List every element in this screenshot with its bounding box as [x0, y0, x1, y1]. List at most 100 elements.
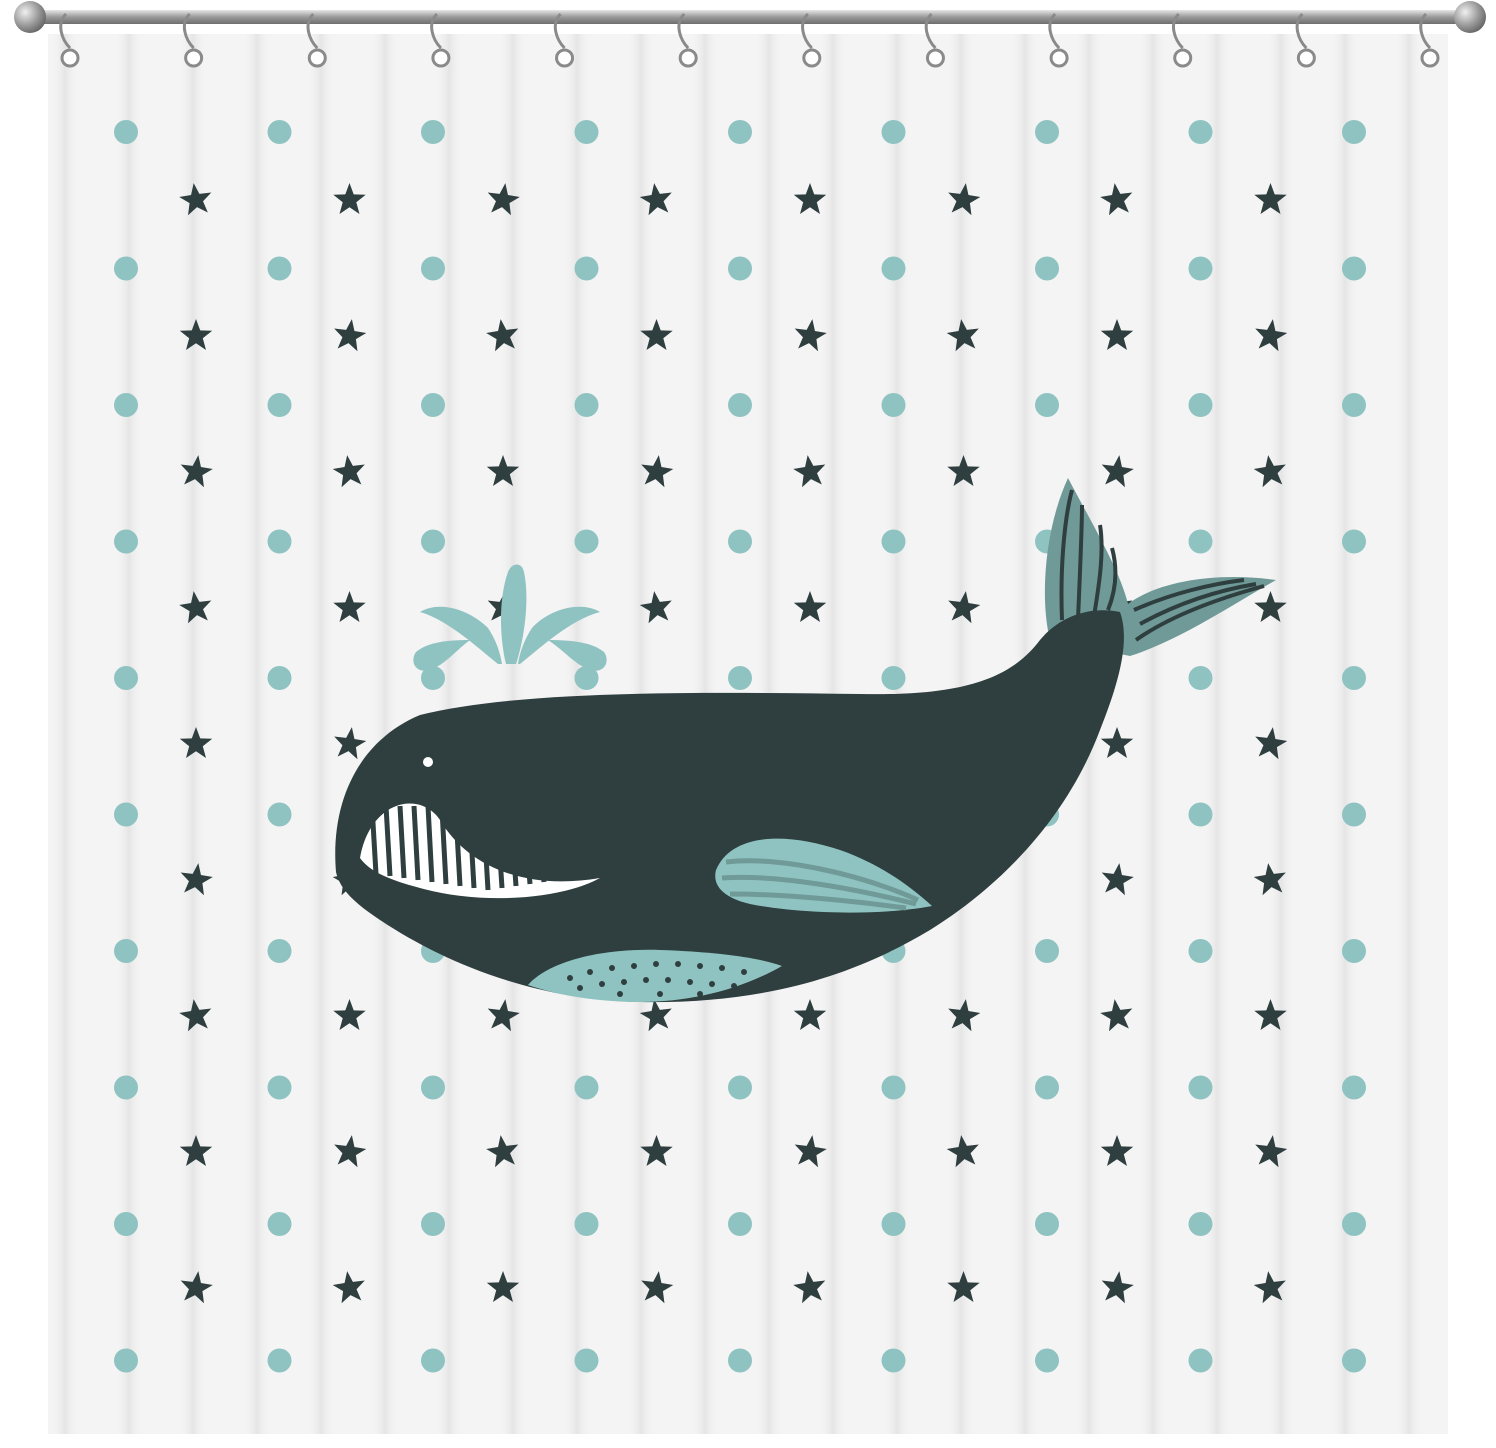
belly-speckle — [643, 977, 649, 983]
belly-speckle — [657, 991, 663, 997]
belly-speckle — [587, 969, 593, 975]
pattern-dot — [1188, 393, 1213, 417]
pattern-dot — [881, 393, 906, 417]
pattern-dot — [881, 666, 906, 690]
pattern-dot — [574, 1075, 599, 1100]
pattern-dot — [574, 529, 599, 554]
pattern-dot — [421, 1212, 445, 1236]
belly-speckle — [731, 983, 737, 989]
belly-speckle — [621, 979, 627, 985]
curtain-fold — [304, 34, 338, 1434]
pattern-dot — [728, 1212, 752, 1236]
pattern-dot — [574, 256, 599, 281]
pattern-dot — [1188, 939, 1213, 963]
pattern-dot — [1035, 1075, 1059, 1100]
pattern-dot — [1342, 1212, 1366, 1236]
pattern-dot — [728, 256, 752, 281]
pattern-dot — [267, 802, 292, 827]
belly-speckle — [697, 991, 703, 997]
pattern-dot — [267, 1212, 292, 1236]
pattern-dot — [881, 1075, 906, 1100]
belly-speckle — [617, 991, 623, 997]
pattern-dot — [1342, 939, 1366, 963]
pattern-dot — [1035, 393, 1059, 417]
pattern-dot — [114, 802, 138, 827]
pattern-dot — [1035, 1212, 1059, 1236]
pattern-dot — [421, 120, 445, 144]
pattern-dot — [1188, 256, 1213, 281]
pattern-dot — [1342, 802, 1366, 827]
rod-end-right — [1454, 1, 1486, 33]
pattern-dot — [1342, 120, 1366, 144]
pattern-dot — [421, 393, 445, 417]
pattern-dot — [728, 1348, 752, 1373]
pattern-dot — [267, 666, 292, 690]
pattern-dot — [1188, 1212, 1213, 1236]
pattern-dot — [728, 529, 752, 554]
pattern-dot — [267, 529, 292, 554]
pattern-dot — [881, 120, 906, 144]
pattern-dot — [881, 529, 906, 554]
pattern-dot — [267, 120, 292, 144]
pattern-dot — [421, 529, 445, 554]
pattern-dot — [421, 256, 445, 281]
pattern-dot — [728, 666, 752, 690]
curtain-fold — [1264, 34, 1298, 1434]
belly-speckle — [631, 963, 637, 969]
pattern-dot — [267, 1348, 292, 1373]
belly-speckle — [609, 965, 615, 971]
belly-speckle — [577, 985, 583, 991]
pattern-dot — [114, 1348, 138, 1373]
pattern-dot — [1035, 1348, 1059, 1373]
pattern-dot — [421, 1348, 445, 1373]
pattern-dot — [114, 120, 138, 144]
pattern-dot — [1035, 120, 1059, 144]
pattern-dot — [1188, 802, 1213, 827]
pattern-dot — [574, 1348, 599, 1373]
pattern-dot — [114, 393, 138, 417]
shower-rod — [14, 1, 1486, 33]
pattern-dot — [1035, 256, 1059, 281]
pattern-dot — [1188, 529, 1213, 554]
pattern-dot — [574, 120, 599, 144]
pattern-dot — [1342, 1075, 1366, 1100]
pattern-dot — [574, 1212, 599, 1236]
curtain-fold — [1136, 34, 1170, 1434]
pattern-dot — [114, 529, 138, 554]
belly-speckle — [697, 963, 703, 969]
rod-bar — [30, 10, 1470, 24]
pattern-dot — [1188, 120, 1213, 144]
pattern-dot — [881, 1212, 906, 1236]
pattern-dot — [1342, 666, 1366, 690]
belly-speckle — [665, 977, 671, 983]
belly-speckle — [567, 975, 573, 981]
pattern-dot — [574, 393, 599, 417]
belly-speckle — [719, 965, 725, 971]
pattern-dot — [728, 393, 752, 417]
pattern-dot — [267, 256, 292, 281]
pattern-dot — [114, 1212, 138, 1236]
curtain-fold — [1392, 34, 1426, 1434]
belly-speckle — [741, 969, 747, 975]
pattern-dot — [1035, 939, 1059, 963]
pattern-dot — [421, 1075, 445, 1100]
pattern-dot — [1342, 529, 1366, 554]
pattern-dot — [114, 939, 138, 963]
belly-speckle — [709, 981, 715, 987]
pattern-dot — [1342, 393, 1366, 417]
curtain-fold — [176, 34, 210, 1434]
belly-speckle — [687, 979, 693, 985]
pattern-dot — [881, 1348, 906, 1373]
pattern-dot — [1342, 256, 1366, 281]
pattern-dot — [114, 256, 138, 281]
curtain-fold — [48, 34, 82, 1434]
pattern-dot — [728, 120, 752, 144]
pattern-dot — [881, 256, 906, 281]
belly-speckle — [653, 961, 659, 967]
pattern-dot — [1188, 1348, 1213, 1373]
pattern-dot — [267, 393, 292, 417]
pattern-dot — [114, 1075, 138, 1100]
pattern-dot — [1342, 1348, 1366, 1373]
pattern-dot — [267, 1075, 292, 1100]
belly-speckle — [675, 961, 681, 967]
